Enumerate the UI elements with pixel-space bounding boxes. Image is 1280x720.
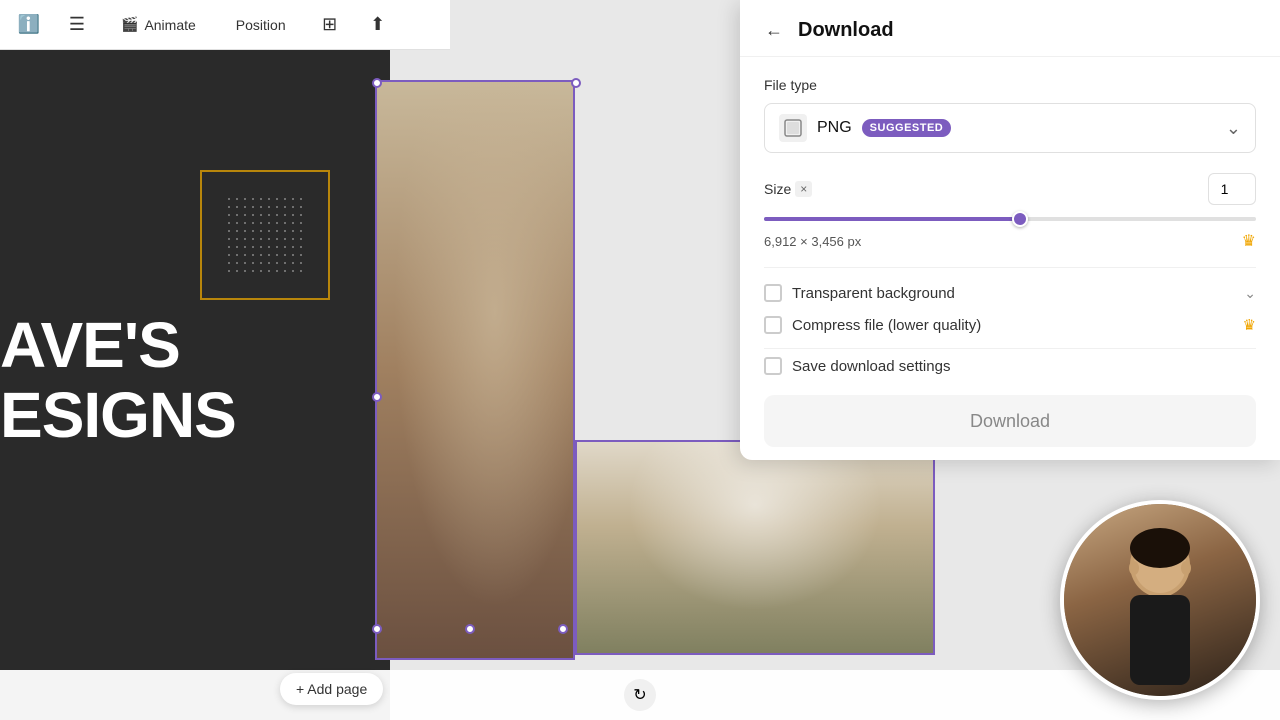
size-x-badge: × [795, 181, 812, 197]
selection-handle-tr[interactable] [571, 78, 581, 88]
file-type-dropdown[interactable]: PNG SUGGESTED ⌄ [764, 103, 1256, 153]
divider-1 [764, 267, 1256, 268]
refresh-icon[interactable]: ↻ [624, 679, 656, 711]
menu-icon[interactable]: ☰ [63, 11, 91, 39]
dot-grid-inner [225, 195, 305, 275]
compress-label: Compress file (lower quality) [792, 317, 981, 334]
page-bottom-bar: ↻ + Add page [0, 670, 1280, 720]
compress-left: Compress file (lower quality) [764, 316, 981, 334]
transparent-bg-left: Transparent background [764, 284, 955, 302]
slider-thumb[interactable] [1012, 211, 1028, 227]
animate-label: Animate [144, 17, 195, 33]
download-panel: ← Download File type PNG SUGGESTED ⌄ Siz… [740, 0, 1280, 460]
save-settings-row: Save download settings [764, 357, 1256, 375]
divider-2 [764, 348, 1256, 349]
webcam-circle [1060, 500, 1260, 700]
back-button[interactable]: ← [760, 16, 788, 44]
image-panel-left [375, 80, 575, 660]
file-name-label: PNG [817, 119, 852, 137]
add-page-label: + Add page [296, 681, 367, 697]
chevron-down-icon: ⌄ [1226, 118, 1241, 139]
selection-handle-ml[interactable] [372, 392, 382, 402]
transparent-bg-label: Transparent background [792, 285, 955, 302]
image-panel-right [575, 440, 935, 655]
position-label: Position [236, 17, 286, 33]
size-px-label: 6,912 × 3,456 px [764, 234, 861, 249]
grid-icon[interactable]: ⊞ [316, 11, 344, 39]
room-interior-right [577, 442, 933, 653]
canvas-design-text: AVE'S ESIGNS [0, 310, 236, 451]
panel-content: File type PNG SUGGESTED ⌄ Size × [740, 57, 1280, 467]
position-button[interactable]: Position [226, 12, 296, 38]
room-interior-left [377, 82, 573, 658]
size-row: Size × [764, 173, 1256, 205]
canvas-dark-bg: AVE'S ESIGNS [0, 0, 390, 720]
back-icon: ← [765, 20, 783, 41]
size-input[interactable] [1208, 173, 1256, 205]
animate-button[interactable]: 🎬 Animate [111, 11, 206, 38]
selection-handle-tl[interactable] [372, 78, 382, 88]
save-settings-left: Save download settings [764, 357, 950, 375]
info-icon[interactable]: ℹ️ [15, 11, 43, 39]
compress-row: Compress file (lower quality) ♛ [764, 316, 1256, 334]
add-page-button[interactable]: + Add page [280, 673, 383, 705]
size-slider-container [764, 217, 1256, 221]
compress-checkbox[interactable] [764, 316, 782, 334]
selection-handle-br[interactable] [558, 624, 568, 634]
slider-fill [764, 217, 1020, 221]
size-label: Size × [764, 181, 812, 197]
crown-icon-size: ♛ [1242, 231, 1256, 251]
size-info-row: 6,912 × 3,456 px ♛ [764, 231, 1256, 251]
transparent-expand-icon[interactable]: ⌄ [1244, 285, 1256, 302]
crown-icon-compress: ♛ [1243, 316, 1256, 334]
slider-track [764, 217, 1256, 221]
download-button[interactable]: Download [764, 395, 1256, 447]
animate-icon: 🎬 [121, 16, 138, 33]
selection-handle-bl[interactable] [372, 624, 382, 634]
panel-header: ← Download [740, 0, 1280, 57]
save-settings-label: Save download settings [792, 358, 950, 375]
dot-grid-decoration [200, 170, 330, 300]
transparent-bg-row: Transparent background ⌄ [764, 284, 1256, 302]
webcam-person [1064, 504, 1256, 696]
selection-handle-bm[interactable] [465, 624, 475, 634]
save-settings-checkbox[interactable] [764, 357, 782, 375]
suggested-badge: SUGGESTED [862, 119, 952, 137]
share-icon[interactable]: ⬆ [364, 11, 392, 39]
transparent-bg-checkbox[interactable] [764, 284, 782, 302]
file-icon [779, 114, 807, 142]
download-button-label: Download [970, 411, 1050, 432]
panel-title: Download [798, 19, 894, 42]
file-type-label: File type [764, 77, 1256, 93]
main-toolbar: ℹ️ ☰ 🎬 Animate Position ⊞ ⬆ [0, 0, 450, 50]
